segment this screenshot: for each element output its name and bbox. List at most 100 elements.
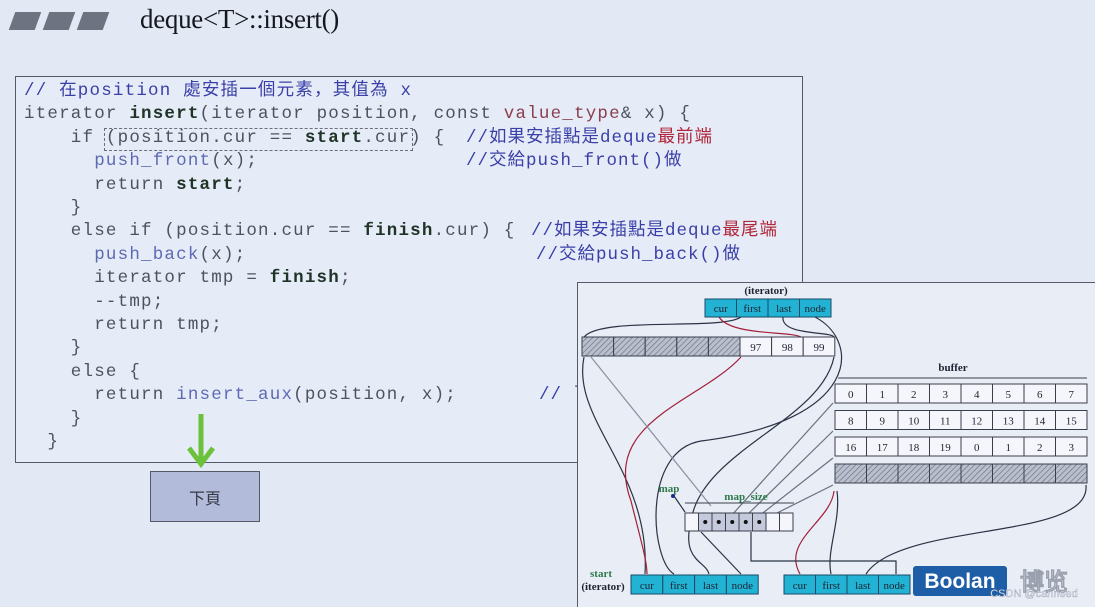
code-line: push_back(x); //交給push_back()做 [24,244,740,267]
code-comment: //交給push_front()做 [466,150,683,173]
buffer-value: 99 [814,342,826,354]
code-token: push_front [94,151,212,172]
top-iterator-last-label: last [776,303,791,315]
title-decoration [8,12,42,30]
code-line: iterator tmp = finish; [24,267,352,290]
pointer-arrow [590,356,712,507]
start-iterator-label: (iterator) [581,581,625,593]
buffer-value: 19 [940,442,952,454]
pointer-arrow [700,531,742,575]
top-iterator-node-label: node [805,303,827,315]
deque-diagram: (iterator) cur first last node 97 98 99 buffer 0 1… [577,282,1095,607]
buffer-value: 3 [943,389,949,401]
buffer-value: 16 [845,442,857,454]
code-token: start [176,174,235,195]
buffer-value: 12 [971,416,982,428]
pointer-arrow [782,316,835,338]
code-token: value_type [503,104,621,125]
code-token: push_back [94,244,200,265]
buffer-value: 1 [1006,442,1012,454]
code-token: (x); [211,151,259,172]
top-iterator-first-label: first [743,303,761,315]
pointer-arrow [624,356,742,575]
code-token: iterator [24,104,130,125]
pointer-arrow [770,484,834,517]
code-token: return tmp; [24,315,223,335]
code-token: finish [363,221,434,242]
buffer-value: 0 [974,442,980,454]
code-line: return start; [24,174,246,197]
code-token: else if (position.cur == [24,221,364,242]
buffer-value: 1 [880,389,886,401]
map-node-dot [716,520,721,524]
start-iterator-last-label: last [703,580,718,592]
title-decoration [76,12,110,30]
buffer-value: 4 [974,389,980,401]
code-line: if (position.cur == start.cur) { //如果安插點是… [24,127,712,150]
code-token: ; [339,268,352,289]
buffer-value: 2 [1037,442,1043,454]
code-line: } [24,408,83,431]
map-size-label: map_size [724,491,768,503]
iterator-label: (iterator) [744,285,788,297]
code-token: (position, x); [293,385,457,406]
code-line: } [24,431,59,454]
code-token: & x) { [620,104,692,125]
buffer-cell [992,463,1025,484]
code-line: // 在position 處安插一個元素，其值為 x [24,80,412,103]
code-token: .cur) { [433,221,516,242]
map-node-dot [703,520,708,524]
code-comment: //交給push_back()做 [536,244,741,267]
buffer-value: 5 [1006,389,1012,401]
buffer-value: 6 [1037,389,1043,401]
code-token: } [24,198,83,218]
buffer-cell [644,336,678,357]
finish-iterator-node-label: node [884,580,906,592]
code-token: .cur) { [363,127,446,148]
buffer-value: 14 [1034,416,1046,428]
code-line: iterator insert(iterator position, const… [24,103,691,126]
map-label: map [659,483,680,495]
next-page-button[interactable]: 下頁 [150,471,260,522]
code-line: } [24,197,83,220]
code-token: iterator tmp = [24,268,270,289]
buffer-cell [707,336,741,357]
code-comment: //如果安插點是deque最尾端 [531,220,778,243]
code-token: start [304,127,364,148]
comment-text: //交給push_back()做 [536,244,742,265]
pointer-arrow [865,484,1087,575]
code-line: else if (position.cur == finish.cur) { //… [24,220,777,243]
pointer-arrow [582,356,646,575]
title-decoration [42,12,76,30]
buffer-value: 0 [848,389,854,401]
map-cell [779,512,794,532]
code-line: push_front(x); //交給push_front()做 [24,150,681,173]
comment-text: //如果安插點是deque [531,221,723,242]
buffer-value: 8 [848,416,854,428]
csdn-watermark: CSDN @canneed [990,588,1078,600]
code-line: return insert_aux(position, x);// 了 [24,384,591,407]
buffer-value: 97 [750,342,762,354]
code-token: if (position.cur == [24,127,305,148]
map-cell [684,512,699,532]
code-token: insert [129,104,200,125]
pointer-arrow [673,495,686,513]
comment-text: 最前端 [657,127,714,148]
top-iterator-cur-label: cur [714,303,728,315]
code-line: --tmp; [24,291,164,314]
down-arrow-icon [187,414,215,469]
map-node-dot [743,520,748,524]
map-node-dot [757,520,762,524]
buffer-value: 13 [1003,416,1015,428]
comment-text: //如果安插點是deque [466,127,658,148]
code-token: (iterator position, const [199,104,504,125]
start-iterator-node-label: node [732,580,754,592]
start-iterator-cur-label: cur [640,580,654,592]
buffer-value: 98 [782,342,794,354]
start-label: start [590,568,612,580]
start-iterator-first-label: first [670,580,688,592]
buffer-cell [929,463,962,484]
map-pointer-dot [671,494,675,498]
code-line: else { [24,361,141,384]
